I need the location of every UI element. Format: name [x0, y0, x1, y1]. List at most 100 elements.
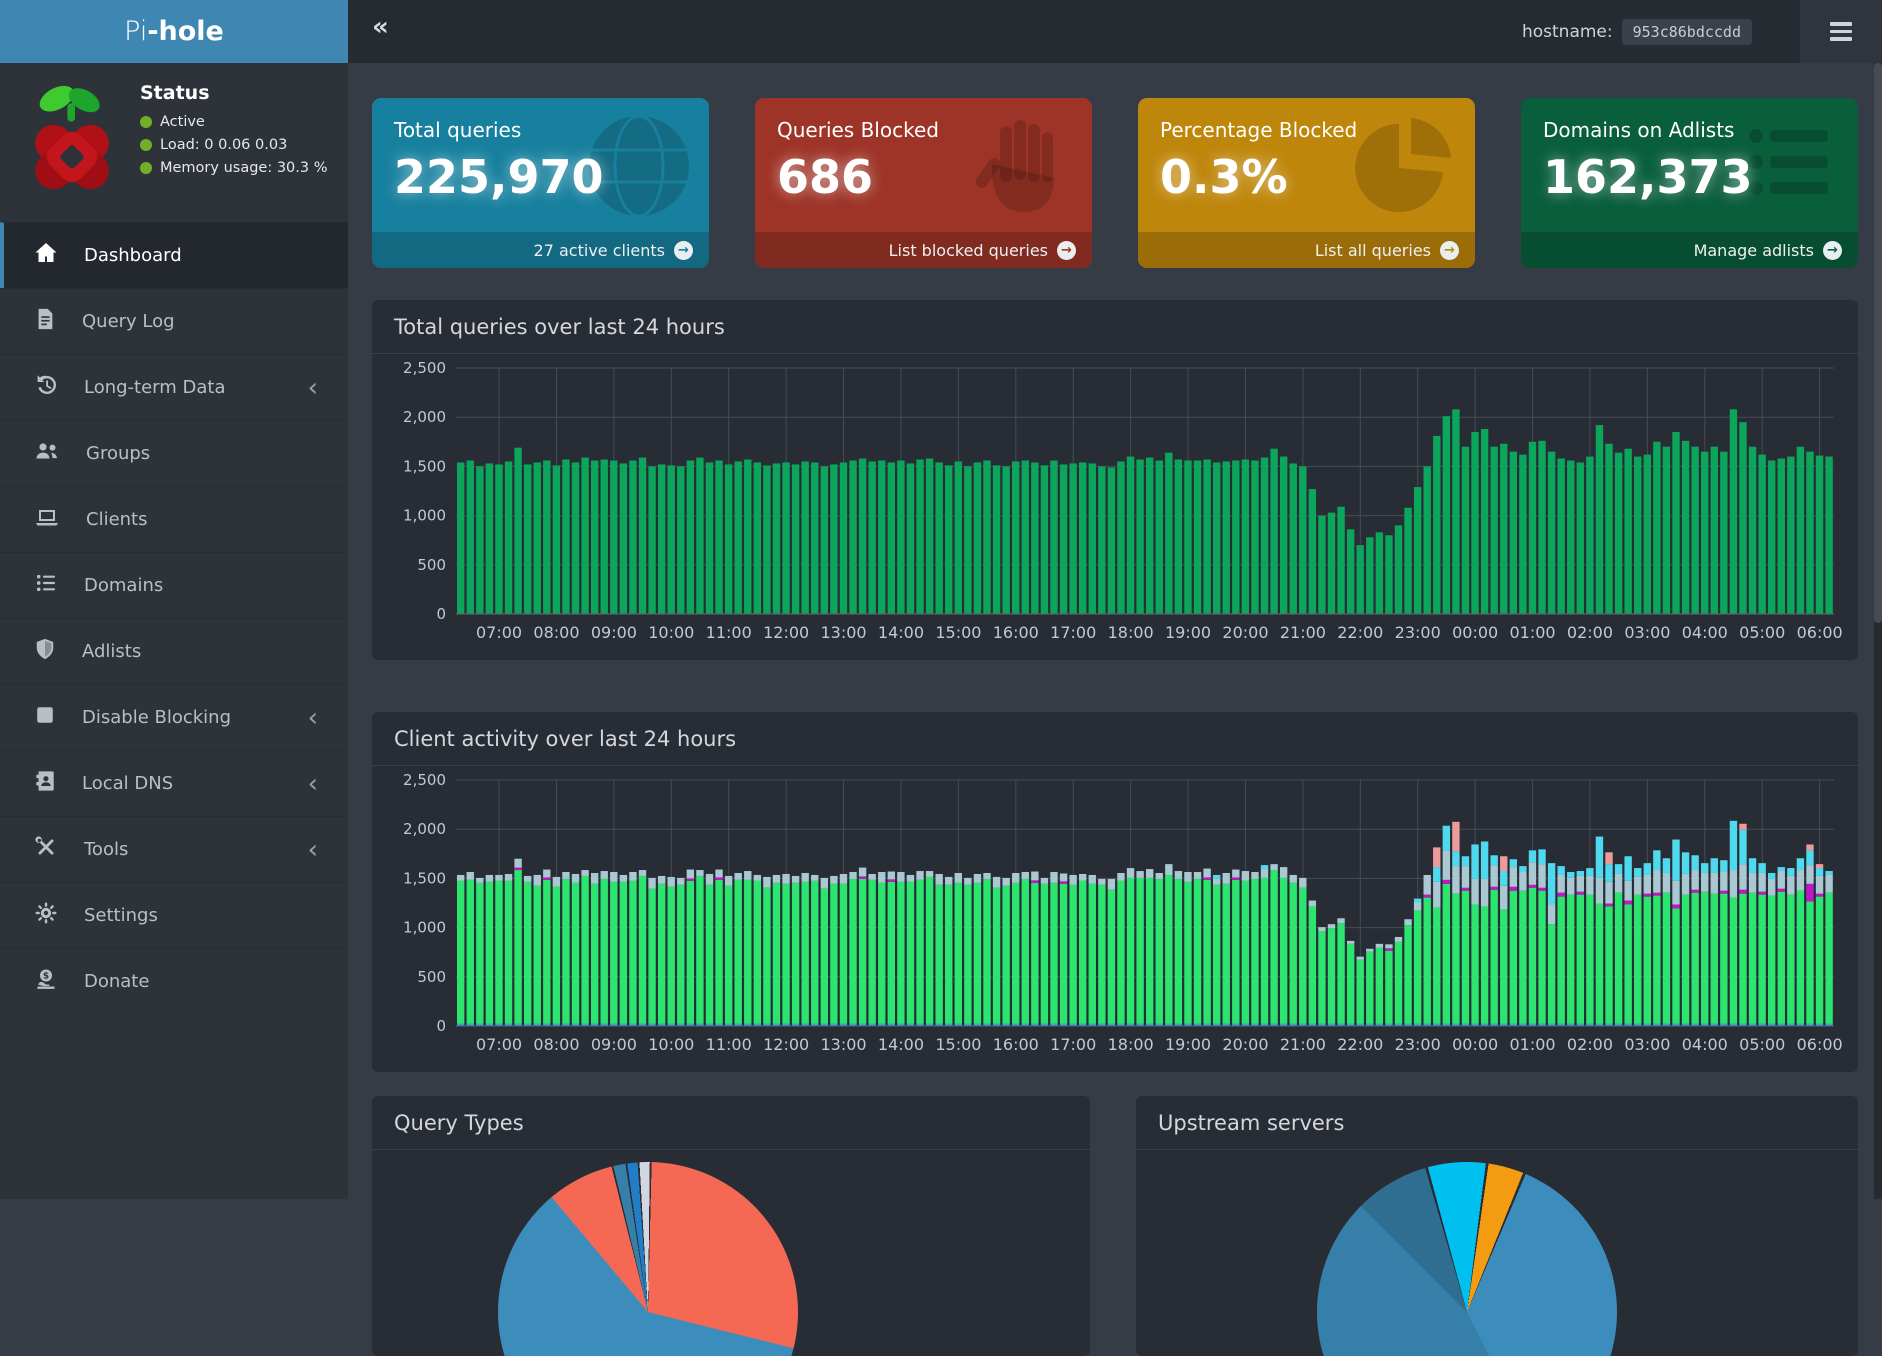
query-types-pie[interactable]	[498, 1162, 798, 1356]
sidebar-item-long-term-data[interactable]: Long-term Data ‹	[0, 354, 348, 420]
svg-text:01:00: 01:00	[1510, 623, 1556, 642]
card-value: 0.3%	[1138, 142, 1475, 204]
svg-text:00:00: 00:00	[1452, 1035, 1498, 1054]
svg-text:2,500: 2,500	[403, 771, 446, 789]
svg-text:04:00: 04:00	[1682, 1035, 1728, 1054]
history-icon	[34, 373, 58, 402]
svg-text:05:00: 05:00	[1739, 1035, 1785, 1054]
sidebar-item-domains[interactable]: Domains	[0, 552, 348, 618]
card-footer-label: List all queries	[1315, 241, 1431, 260]
sidebar-item-label: Disable Blocking	[82, 707, 231, 728]
svg-text:05:00: 05:00	[1739, 623, 1785, 642]
sidebar-item-label: Settings	[84, 905, 158, 926]
card-value: 225,970	[372, 142, 709, 204]
sidebar-item-query-log[interactable]: Query Log	[0, 288, 348, 354]
raspberry-logo	[26, 78, 118, 200]
card-footer-label: Manage adlists	[1694, 241, 1814, 260]
sidebar-item-donate[interactable]: $ Donate	[0, 948, 348, 1014]
file-icon	[34, 307, 56, 336]
svg-text:18:00: 18:00	[1108, 623, 1154, 642]
sidebar-item-label: Donate	[84, 971, 149, 992]
arrow-circle-icon: →	[1057, 241, 1076, 260]
card-footer-label: List blocked queries	[889, 241, 1048, 260]
svg-text:21:00: 21:00	[1280, 1035, 1326, 1054]
svg-text:07:00: 07:00	[476, 1035, 522, 1054]
total-queries-chart[interactable]: 05001,0001,5002,0002,50007:0008:0009:001…	[380, 356, 1850, 652]
hostname-value: 953c86bdccdd	[1622, 19, 1752, 45]
gear-icon	[34, 901, 58, 930]
sidebar-item-label: Long-term Data	[84, 377, 226, 398]
svg-text:04:00: 04:00	[1682, 623, 1728, 642]
svg-text:08:00: 08:00	[533, 1035, 579, 1054]
hostname-display: hostname: 953c86bdccdd	[1522, 0, 1752, 63]
svg-text:2,000: 2,000	[403, 408, 446, 426]
svg-text:22:00: 22:00	[1337, 623, 1383, 642]
top-navbar: « hostname: 953c86bdccdd	[348, 0, 1882, 63]
hamburger-icon	[1830, 22, 1852, 26]
chevron-left-icon: ‹	[308, 771, 318, 797]
svg-text:1,000: 1,000	[403, 507, 446, 525]
total-queries-panel: Total queries over last 24 hours 05001,0…	[372, 300, 1858, 660]
scrollbar-thumb[interactable]	[1874, 63, 1882, 623]
svg-text:07:00: 07:00	[476, 623, 522, 642]
card-title: Queries Blocked	[755, 98, 1092, 142]
status-dot-active	[140, 116, 152, 128]
svg-text:$: $	[43, 972, 49, 982]
queries-blocked-card: Queries Blocked 686 List blocked queries…	[755, 98, 1092, 268]
sidebar-item-groups[interactable]: Groups	[0, 420, 348, 486]
svg-text:13:00: 13:00	[821, 623, 867, 642]
svg-text:15:00: 15:00	[935, 1035, 981, 1054]
manage-adlists-link[interactable]: Manage adlists →	[1521, 232, 1858, 268]
svg-text:16:00: 16:00	[993, 623, 1039, 642]
svg-text:23:00: 23:00	[1395, 623, 1441, 642]
upstream-servers-pie[interactable]	[1317, 1162, 1617, 1356]
panel-title: Total queries over last 24 hours	[372, 300, 1858, 354]
svg-text:09:00: 09:00	[591, 1035, 637, 1054]
sidebar-item-disable-blocking[interactable]: Disable Blocking ‹	[0, 684, 348, 750]
sidebar-item-label: Dashboard	[84, 245, 182, 266]
svg-text:10:00: 10:00	[648, 1035, 694, 1054]
sidebar-item-local-dns[interactable]: Local DNS ‹	[0, 750, 348, 816]
active-clients-link[interactable]: 27 active clients →	[372, 232, 709, 268]
sidebar-item-adlists[interactable]: Adlists	[0, 618, 348, 684]
card-title: Domains on Adlists	[1521, 98, 1858, 142]
page-scrollbar[interactable]	[1874, 63, 1882, 1199]
card-value: 162,373	[1521, 142, 1858, 204]
sidebar: Pi-hole Status Active Load: 0 0.06 0.03 …	[0, 0, 348, 1199]
sidebar-item-tools[interactable]: Tools ‹	[0, 816, 348, 882]
brand-name-light: Pi	[124, 16, 147, 47]
sidebar-item-settings[interactable]: Settings	[0, 882, 348, 948]
sidebar-item-label: Clients	[86, 509, 148, 530]
svg-text:19:00: 19:00	[1165, 1035, 1211, 1054]
status-memory-label: Memory usage: 30.3 %	[160, 160, 328, 176]
client-activity-panel: Client activity over last 24 hours 05001…	[372, 712, 1858, 1072]
svg-text:0: 0	[436, 605, 446, 623]
status-title: Status	[140, 82, 328, 104]
svg-text:06:00: 06:00	[1797, 623, 1843, 642]
brand-name-bold: -hole	[147, 16, 224, 47]
domains-on-adlists-card: Domains on Adlists 162,373 Manage adlist…	[1521, 98, 1858, 268]
hamburger-menu-button[interactable]	[1800, 0, 1882, 63]
svg-text:02:00: 02:00	[1567, 623, 1613, 642]
card-footer-label: 27 active clients	[534, 241, 665, 260]
svg-text:00:00: 00:00	[1452, 623, 1498, 642]
sidebar-item-dashboard[interactable]: Dashboard	[0, 222, 348, 288]
total-queries-card: Total queries 225,970 27 active clients …	[372, 98, 709, 268]
client-activity-chart[interactable]: 05001,0001,5002,0002,50007:0008:0009:001…	[380, 768, 1850, 1064]
sidebar-item-clients[interactable]: Clients	[0, 486, 348, 552]
sidebar-collapse-button[interactable]: «	[372, 12, 389, 42]
svg-text:1,500: 1,500	[403, 869, 446, 887]
address-book-icon	[34, 769, 56, 798]
chevron-left-icon: ‹	[308, 705, 318, 731]
arrow-circle-icon: →	[1823, 241, 1842, 260]
list-all-queries-link[interactable]: List all queries →	[1138, 232, 1475, 268]
arrow-circle-icon: →	[674, 241, 693, 260]
svg-text:11:00: 11:00	[706, 623, 752, 642]
svg-text:15:00: 15:00	[935, 623, 981, 642]
svg-text:20:00: 20:00	[1222, 623, 1268, 642]
sidebar-item-label: Tools	[84, 839, 128, 860]
query-types-panel: Query Types	[372, 1096, 1090, 1356]
svg-text:12:00: 12:00	[763, 623, 809, 642]
list-blocked-queries-link[interactable]: List blocked queries →	[755, 232, 1092, 268]
svg-text:19:00: 19:00	[1165, 623, 1211, 642]
